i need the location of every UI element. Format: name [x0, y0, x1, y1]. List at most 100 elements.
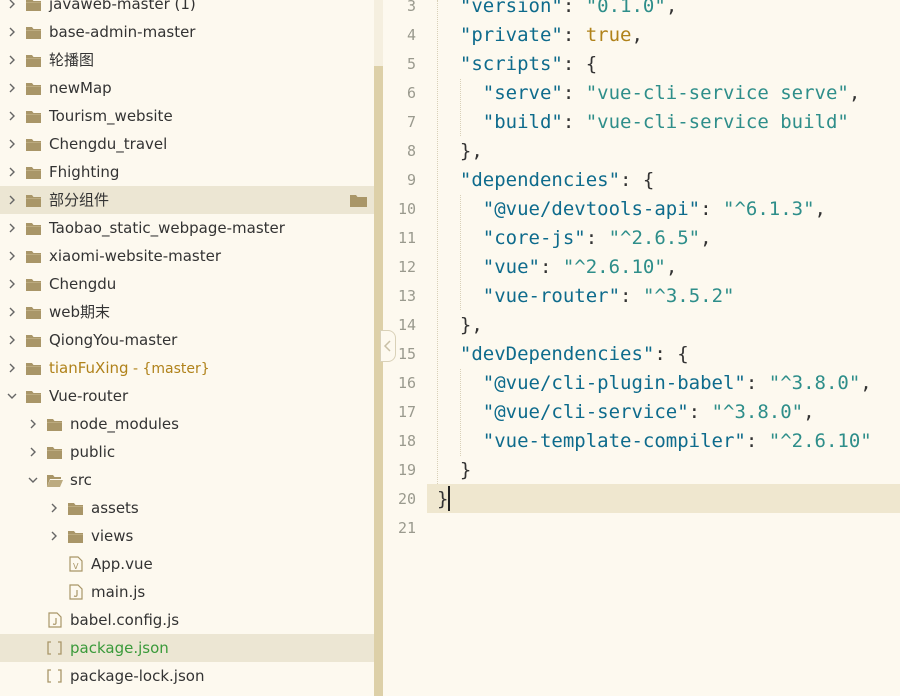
- folder-icon: [26, 55, 41, 67]
- tree-item-label: tianFuXing - {master}: [49, 359, 210, 377]
- tree-item[interactable]: 部分组件: [0, 186, 374, 214]
- indent-guide: [437, 0, 438, 484]
- code-token: "vue-router": [482, 285, 621, 307]
- code-line: "@vue/cli-plugin-babel": "^3.8.0",: [437, 369, 872, 398]
- code-token: ,: [848, 82, 861, 104]
- tree-item[interactable]: views: [0, 522, 374, 550]
- code-token: :: [700, 198, 723, 220]
- code-token: "vue-template-compiler": [482, 430, 746, 452]
- code-token: "vue-cli-service serve": [585, 82, 849, 104]
- code-line: },: [437, 137, 483, 166]
- tree-item[interactable]: xiaomi-website-master: [0, 242, 374, 270]
- code-token: "^3.5.2": [642, 285, 735, 307]
- code-token: ,: [814, 198, 826, 220]
- code-token: "@vue/cli-plugin-babel": [482, 372, 746, 394]
- code-token: :: [539, 256, 563, 278]
- folder-icon: [26, 279, 41, 291]
- code-line: "@vue/cli-service": "^3.8.0",: [437, 398, 815, 427]
- sidebar-scrollbar-thumb[interactable]: [374, 66, 383, 696]
- folder-icon: [26, 223, 41, 235]
- code-token: "^2.6.5": [608, 227, 701, 249]
- tree-item-label: main.js: [91, 583, 146, 601]
- folder-icon: [26, 307, 41, 319]
- tree-item[interactable]: newMap: [0, 74, 374, 102]
- code-token: : {: [620, 169, 655, 191]
- code-line: }: [437, 485, 448, 514]
- tree-item[interactable]: QiongYou-master: [0, 326, 374, 354]
- tree-item[interactable]: javaweb-master (1): [0, 0, 374, 18]
- folder-icon: [26, 195, 41, 207]
- tree-item[interactable]: src: [0, 466, 374, 494]
- line-number: 17: [397, 403, 416, 421]
- tree-item[interactable]: main.js: [0, 578, 374, 606]
- code-token: : {: [562, 53, 598, 75]
- svg-text:V: V: [73, 562, 79, 571]
- chevron-right-icon: [9, 111, 15, 121]
- tree-item[interactable]: package-lock.json: [0, 662, 374, 690]
- line-number: 11: [397, 229, 416, 247]
- tree-item-label: babel.config.js: [70, 611, 180, 629]
- tree-item[interactable]: web期末: [0, 298, 374, 326]
- tree-item[interactable]: node_modules: [0, 410, 374, 438]
- code-token: :: [688, 401, 712, 423]
- chevron-left-icon: [383, 340, 391, 352]
- code-token: :: [562, 24, 586, 46]
- code-token: :: [585, 227, 609, 249]
- file-explorer: javaweb-master (1) base-admin-master 轮播图 ne…: [0, 0, 374, 696]
- code-line: "build": "vue-cli-service build": [437, 108, 849, 137]
- tree-item[interactable]: Chengdu: [0, 270, 374, 298]
- tree-item[interactable]: package.json: [0, 634, 374, 662]
- line-number: 18: [397, 432, 416, 450]
- tree-item[interactable]: Fhighting: [0, 158, 374, 186]
- tree-item[interactable]: V App.vue: [0, 550, 374, 578]
- tree-item[interactable]: 轮播图: [0, 46, 374, 74]
- tree-item-label: package.json: [70, 639, 169, 657]
- tree-item-label: Vue-router: [49, 387, 129, 405]
- folder-icon: [47, 447, 62, 459]
- tree-item[interactable]: babel.config.js: [0, 606, 374, 634]
- code-token: "vue-cli-service build": [585, 111, 849, 133]
- vue-file-icon: V: [69, 556, 83, 572]
- collapse-sidebar-button[interactable]: [380, 330, 396, 362]
- tree-item-label: javaweb-master (1): [49, 0, 196, 13]
- code-token: "^6.1.3": [723, 198, 815, 220]
- code-token: ,: [631, 24, 643, 46]
- open-folder-action-icon[interactable]: [349, 193, 368, 208]
- chevron-right-icon: [9, 83, 15, 93]
- text-cursor: [448, 486, 450, 511]
- code-token: "scripts": [459, 53, 563, 75]
- tree-item[interactable]: public: [0, 438, 374, 466]
- chevron-right-icon: [9, 279, 15, 289]
- code-line: "serve": "vue-cli-service serve",: [437, 79, 861, 108]
- code-token: ,: [665, 256, 678, 278]
- code-token: ,: [700, 227, 712, 249]
- folder-icon: [26, 335, 41, 347]
- tree-item[interactable]: tianFuXing - {master}: [0, 354, 374, 382]
- chevron-right-icon: [51, 503, 57, 513]
- tree-item[interactable]: Vue-router: [0, 382, 374, 410]
- code-token: "dependencies": [459, 169, 621, 191]
- json-file-icon: [47, 669, 62, 683]
- tree-item-label: xiaomi-website-master: [49, 247, 222, 265]
- tree-item[interactable]: assets: [0, 494, 374, 522]
- tree-item[interactable]: Chengdu_travel: [0, 130, 374, 158]
- folder-icon: [26, 83, 41, 95]
- tree-item[interactable]: Tourism_website: [0, 102, 374, 130]
- tree-item[interactable]: base-admin-master: [0, 18, 374, 46]
- chevron-right-icon: [9, 139, 15, 149]
- tree-item-label: Chengdu: [49, 275, 117, 293]
- code-line: "devDependencies": {: [437, 340, 689, 369]
- js-file-icon: [69, 584, 83, 600]
- folder-icon: [68, 531, 83, 543]
- tree-item[interactable]: Taobao_static_webpage-master: [0, 214, 374, 242]
- code-token: "@vue/devtools-api": [482, 198, 701, 220]
- line-number: 13: [397, 287, 416, 305]
- tree-item-label: QiongYou-master: [49, 331, 178, 349]
- folder-icon: [26, 251, 41, 263]
- code-line: "vue-router": "^3.5.2": [437, 282, 735, 311]
- code-token: : {: [654, 343, 689, 365]
- chevron-down-icon: [28, 477, 38, 483]
- line-number: 3: [406, 0, 416, 15]
